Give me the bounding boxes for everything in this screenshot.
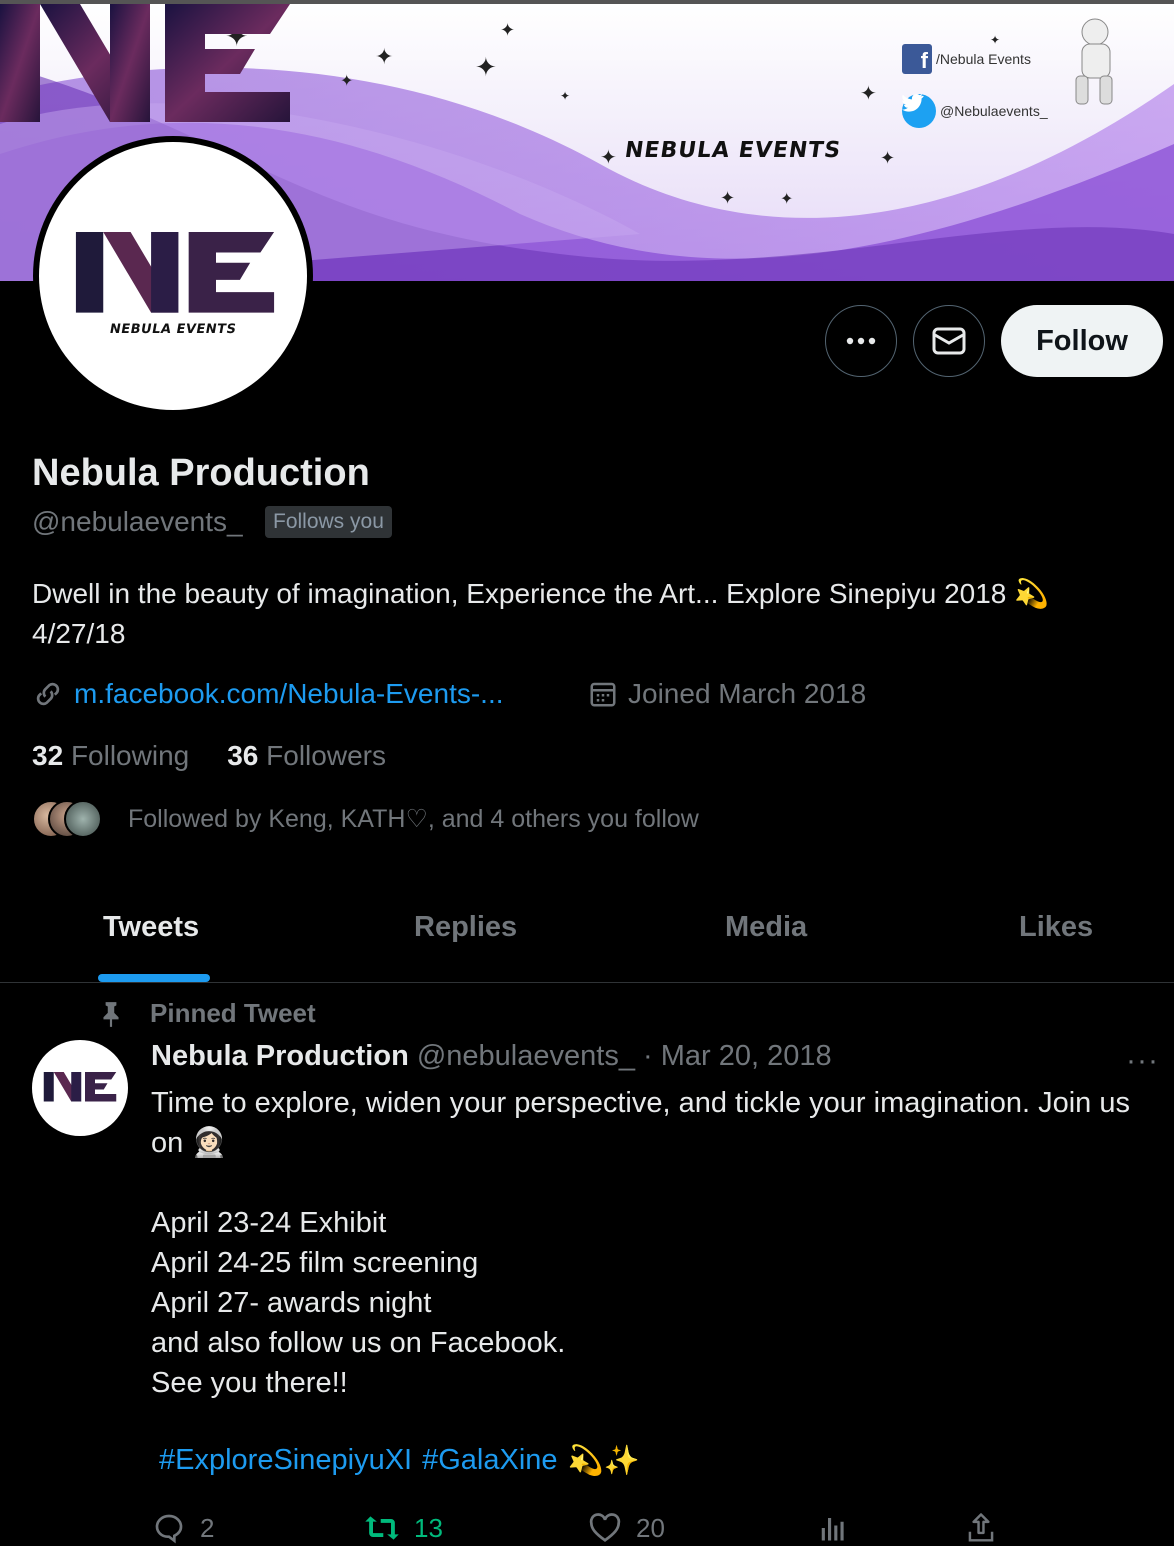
- svg-text:✦: ✦: [860, 83, 877, 105]
- avatar-caption: NEBULA EVENTS: [108, 322, 238, 337]
- hashtag-link[interactable]: #ExploreSinepiyuXI: [159, 1444, 412, 1478]
- hashtag-link[interactable]: #GalaXine: [422, 1444, 557, 1478]
- tab-tweets[interactable]: Tweets: [103, 911, 199, 944]
- followers-count-link[interactable]: 36 Followers: [227, 740, 386, 772]
- profile-bio: Dwell in the beauty of imagination, Expe…: [32, 574, 1152, 654]
- hashtag-emoji: 💫✨: [567, 1445, 640, 1477]
- profile-handle: @nebulaevents_: [32, 506, 243, 537]
- following-count-link[interactable]: 32 Following: [32, 740, 189, 772]
- retweet-button[interactable]: 13: [364, 1510, 443, 1546]
- following-label: Following: [70, 740, 190, 771]
- svg-text:✦: ✦: [880, 148, 895, 168]
- share-icon: [968, 1513, 994, 1542]
- views-button[interactable]: [818, 1510, 848, 1546]
- avatar: [64, 800, 102, 838]
- followers-label: Followers: [266, 740, 386, 771]
- avatar-ne-logo: [75, 232, 275, 313]
- followed-by-text: Followed by Keng, KATH♡, and 4 others yo…: [128, 805, 699, 833]
- svg-text:✦: ✦: [720, 188, 735, 208]
- retweet-icon: [365, 1516, 399, 1540]
- twitter-label: @Nebulaevents_: [940, 103, 1048, 119]
- more-icon: [846, 337, 876, 345]
- active-tab-indicator: [98, 974, 210, 982]
- twitter-icon: [902, 94, 936, 128]
- profile-avatar[interactable]: NEBULA EVENTS: [33, 136, 313, 416]
- reply-button[interactable]: 2: [152, 1510, 214, 1546]
- tab-replies[interactable]: Replies: [414, 911, 517, 944]
- tweet-author-handle[interactable]: @nebulaevents_: [417, 1040, 635, 1072]
- joined-date: Joined March 2018: [628, 678, 867, 709]
- pinned-label: Pinned Tweet: [98, 998, 316, 1029]
- svg-text:✦: ✦: [560, 89, 570, 103]
- svg-text:✦: ✦: [780, 191, 793, 208]
- tweet-date[interactable]: · Mar 20, 2018: [643, 1040, 832, 1072]
- calendar-icon: [590, 682, 616, 707]
- svg-text:✦: ✦: [500, 20, 515, 40]
- facebook-icon: f: [902, 44, 932, 74]
- reply-count: 2: [200, 1512, 215, 1543]
- bio-line-2: 4/27/18: [32, 618, 126, 649]
- banner-twitter: @Nebulaevents_: [902, 94, 1048, 128]
- follow-button[interactable]: Follow: [1001, 305, 1163, 377]
- profile-website[interactable]: m.facebook.com/Nebula-Events-...: [32, 678, 504, 710]
- tweet-more-icon[interactable]: ···: [1126, 1044, 1159, 1078]
- tweet-author-avatar[interactable]: [32, 1040, 128, 1136]
- message-icon: [932, 327, 966, 355]
- tab-likes[interactable]: Likes: [1019, 911, 1093, 944]
- more-button[interactable]: [825, 305, 897, 377]
- followed-by[interactable]: Followed by Keng, KATH♡, and 4 others yo…: [32, 800, 699, 838]
- link-icon: [36, 682, 60, 706]
- banner-facebook: f /Nebula Events: [902, 44, 1031, 74]
- pinned-text: Pinned Tweet: [150, 998, 316, 1028]
- tweet-author-name[interactable]: Nebula Production: [151, 1040, 409, 1072]
- tab-media[interactable]: Media: [725, 911, 807, 944]
- tweet-hashtags: #ExploreSinepiyuXI #GalaXine 💫✨: [159, 1444, 640, 1478]
- share-button[interactable]: [966, 1510, 996, 1546]
- reply-icon: [155, 1514, 183, 1544]
- profile-joined: Joined March 2018: [588, 678, 866, 710]
- bio-line-1: Dwell in the beauty of imagination, Expe…: [32, 578, 1049, 609]
- message-button[interactable]: [913, 305, 985, 377]
- profile-counts: 32 Following 36 Followers: [32, 740, 386, 772]
- website-link[interactable]: m.facebook.com/Nebula-Events-...: [74, 678, 504, 710]
- banner-title: NEBULA EVENTS: [623, 138, 843, 163]
- tweet-text: Time to explore, widen your perspective,…: [151, 1087, 1130, 1399]
- follows-you-badge: Follows you: [265, 506, 392, 538]
- profile-name: Nebula Production: [32, 452, 370, 494]
- profile-tabs: Tweets Replies Media Likes: [0, 895, 1174, 983]
- like-button[interactable]: 20: [588, 1510, 665, 1546]
- banner-ne-logo: [0, 4, 290, 122]
- facebook-label: /Nebula Events: [936, 51, 1031, 67]
- like-count: 20: [636, 1512, 665, 1543]
- following-count: 32: [32, 740, 64, 771]
- tweet-header: Nebula Production @nebulaevents_ · Mar 2…: [151, 1040, 832, 1073]
- views-icon: [821, 1518, 844, 1541]
- follower-avatars: [32, 800, 102, 838]
- svg-text:✦: ✦: [475, 52, 497, 82]
- tweet-ne-logo: [43, 1072, 117, 1102]
- pin-icon: [103, 1001, 119, 1027]
- svg-text:✦: ✦: [375, 44, 393, 69]
- followers-count: 36: [227, 740, 259, 771]
- like-icon: [589, 1513, 621, 1542]
- svg-text:✦: ✦: [340, 73, 353, 90]
- retweet-count: 13: [414, 1512, 443, 1543]
